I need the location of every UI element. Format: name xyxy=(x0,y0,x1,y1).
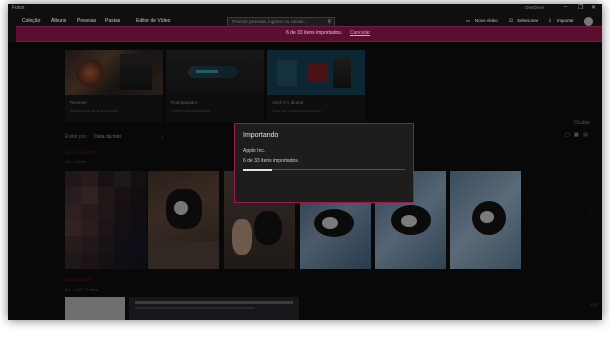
import-source: Apple Inc. xyxy=(243,148,266,154)
dialog-title: Importando xyxy=(243,132,279,139)
import-banner: 6 de 33 itens importados. Cancelar xyxy=(16,26,602,42)
nav-item-albums[interactable]: Álbuns xyxy=(51,18,66,24)
search-placeholder: Procure pessoas, lugares ou coisas... xyxy=(232,19,308,24)
import-dialog: Importando Apple Inc. 6 de 33 itens impo… xyxy=(234,123,414,203)
maximize-icon[interactable]: ❐ xyxy=(578,4,583,11)
progress-fill xyxy=(243,168,273,171)
new-video-button[interactable]: Novo vídeo xyxy=(475,18,498,23)
import-button[interactable]: Importar xyxy=(557,18,574,23)
progress-bar xyxy=(243,168,405,171)
search-icon[interactable]: ⚲ xyxy=(327,19,331,25)
select-icon[interactable]: ☑ xyxy=(509,18,513,24)
cancel-link[interactable]: Cancelar xyxy=(350,30,370,36)
title-bar: Fotos OneDrive – ❐ ✕ xyxy=(8,4,602,14)
app-title: Fotos xyxy=(12,5,25,11)
avatar[interactable] xyxy=(584,17,593,26)
photos-app-window: Fotos OneDrive – ❐ ✕ Coleção Álbuns Pess… xyxy=(8,4,602,320)
nav-item-folders[interactable]: Pastas xyxy=(105,18,120,24)
onedrive-label[interactable]: OneDrive xyxy=(525,5,544,10)
banner-text: 6 de 33 itens importados. xyxy=(286,30,343,36)
import-icon[interactable]: ⇩ xyxy=(548,18,552,24)
import-status: 6 de 33 itens importados. xyxy=(243,158,300,164)
nav-item-people[interactable]: Pessoas xyxy=(77,18,96,24)
nav-item-collection[interactable]: Coleção xyxy=(22,18,40,24)
close-icon[interactable]: ✕ xyxy=(591,4,596,11)
select-button[interactable]: Selecionar xyxy=(517,18,538,23)
nav-item-video-editor[interactable]: Editor de Vídeo xyxy=(136,18,170,24)
new-video-icon[interactable]: ▭ xyxy=(466,18,470,24)
minimize-icon[interactable]: – xyxy=(564,4,567,10)
